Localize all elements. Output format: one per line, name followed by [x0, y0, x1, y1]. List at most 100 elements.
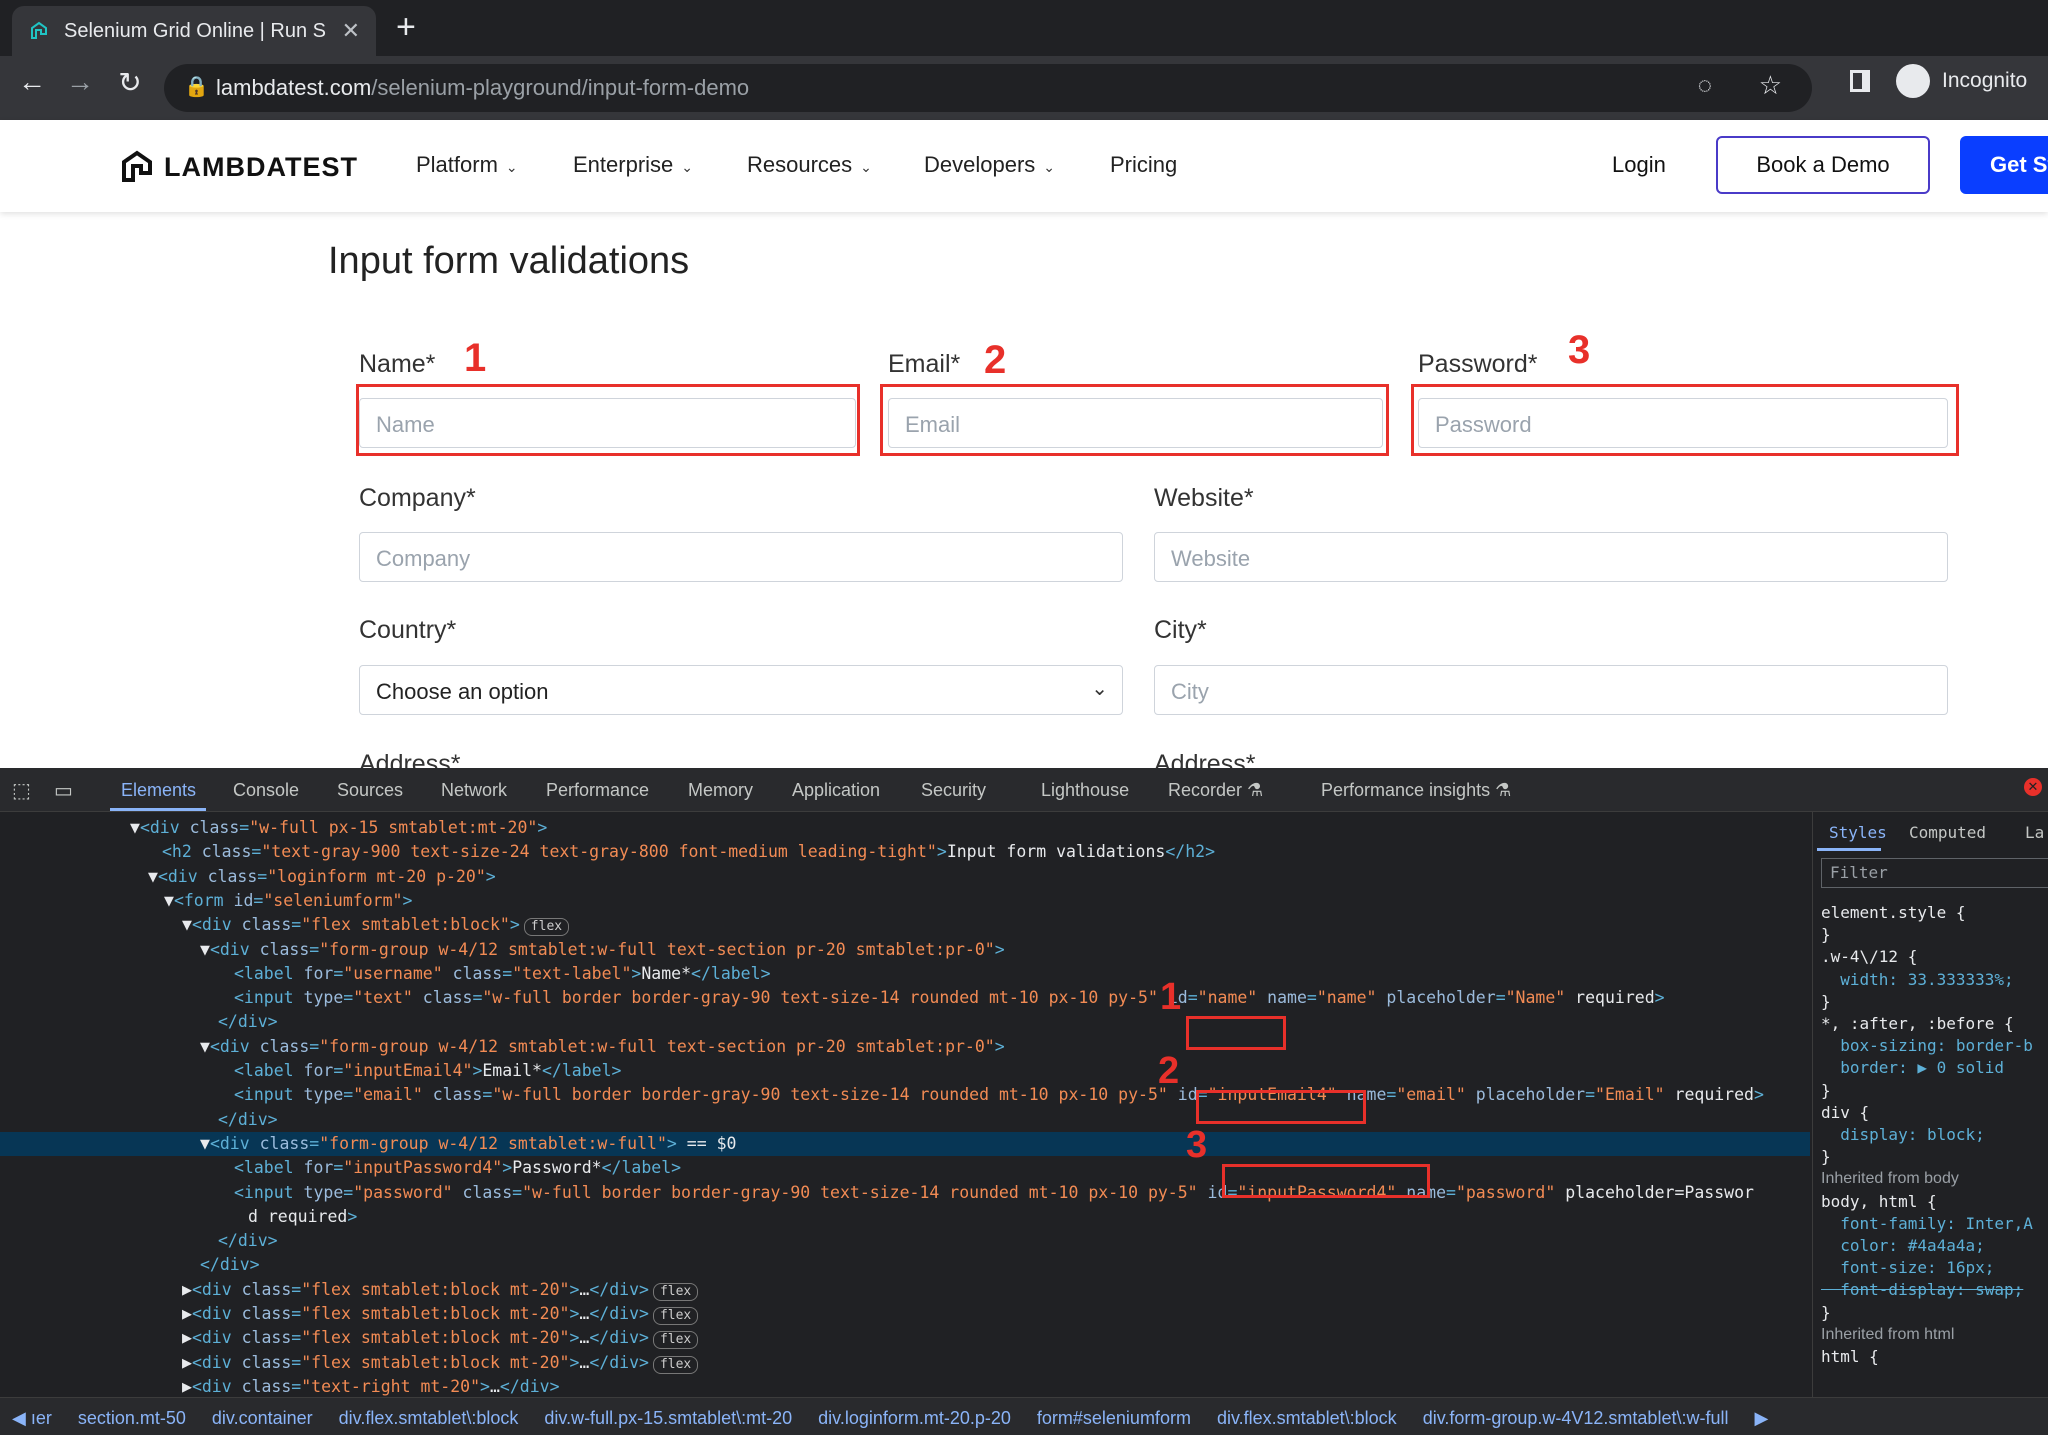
- nav-platform[interactable]: Platform ⌄: [416, 152, 518, 178]
- flex-badge[interactable]: flex: [523, 918, 570, 937]
- computed-tab[interactable]: Computed: [1909, 822, 1986, 844]
- breadcrumb-item[interactable]: form#seleniumform: [1037, 1408, 1191, 1428]
- breadcrumb-item[interactable]: ▶: [1754, 1408, 1768, 1428]
- layout-tab[interactable]: La: [2025, 822, 2044, 844]
- star-icon[interactable]: ☆: [1759, 70, 1782, 101]
- annotation-number-1: 1: [1160, 976, 1182, 1018]
- tab-console[interactable]: Console: [233, 780, 299, 801]
- dom-node-line[interactable]: ▼<div class="form-group w-4/12 smtablet:…: [0, 938, 1810, 962]
- dom-node-line[interactable]: <label for="username" class="text-label"…: [0, 962, 1810, 986]
- back-icon[interactable]: ←: [12, 66, 52, 98]
- dom-node-line[interactable]: <input type="password" class="w-full bor…: [0, 1181, 1810, 1205]
- eye-off-icon[interactable]: ◌: [1698, 72, 1712, 100]
- dom-node-line[interactable]: </div>: [0, 1108, 1810, 1132]
- url-path: /selenium-playground/input-form-demo: [371, 75, 750, 100]
- tab-security[interactable]: Security: [921, 780, 986, 801]
- get-started-button[interactable]: Get St: [1960, 136, 2048, 194]
- inspect-element-icon[interactable]: ⬚: [12, 778, 31, 803]
- dom-node-line[interactable]: ▶<div class="text-right mt-20">…</div>: [0, 1375, 1810, 1397]
- login-link[interactable]: Login: [1612, 152, 1666, 178]
- dom-node-line[interactable]: <input type="text" class="w-full border …: [0, 986, 1810, 1010]
- dom-node-line[interactable]: </div>: [0, 1010, 1810, 1034]
- error-icon[interactable]: ✕: [2024, 778, 2042, 796]
- flex-badge[interactable]: flex: [652, 1282, 699, 1301]
- dom-tree[interactable]: ▼<div class="w-full px-15 smtablet:mt-20…: [0, 812, 1810, 1397]
- dom-node-line[interactable]: </div>: [0, 1253, 1810, 1277]
- close-tab-icon[interactable]: ✕: [342, 18, 360, 44]
- nav-pricing[interactable]: Pricing: [1110, 152, 1177, 178]
- flex-badge[interactable]: flex: [652, 1331, 699, 1350]
- style-rule-line: Inherited from html: [1821, 1325, 1955, 1343]
- breadcrumb-item[interactable]: section.mt-50: [78, 1408, 186, 1428]
- flex-badge[interactable]: flex: [652, 1307, 699, 1325]
- website-input[interactable]: Website: [1154, 532, 1948, 582]
- dom-node-line[interactable]: <label for="inputPassword4">Password*</l…: [0, 1156, 1810, 1180]
- incognito-profile[interactable]: Incognito: [1896, 64, 2027, 98]
- book-demo-button[interactable]: Book a Demo: [1716, 136, 1930, 194]
- dom-node-line[interactable]: ▼<div class="form-group w-4/12 smtablet:…: [0, 1035, 1810, 1059]
- new-tab-button[interactable]: +: [396, 8, 416, 47]
- side-panel-icon[interactable]: [1850, 70, 1870, 92]
- breadcrumb-item[interactable]: div.form-group.w-4V12.smtablet\:w-full: [1423, 1408, 1729, 1428]
- style-rule-line: .w-4\/12 {: [1821, 947, 1918, 967]
- forward-icon[interactable]: →: [60, 66, 100, 98]
- device-toolbar-icon[interactable]: ▭: [54, 778, 73, 803]
- style-rule-line: element.style {: [1821, 903, 1966, 922]
- dom-node-line[interactable]: ▼<form id="seleniumform">: [0, 889, 1810, 913]
- tab-sources[interactable]: Sources: [337, 780, 403, 801]
- dom-node-line[interactable]: </div>: [0, 1229, 1810, 1253]
- nav-developers[interactable]: Developers ⌄: [924, 152, 1055, 178]
- annotation-3: 3: [1568, 328, 1591, 372]
- style-rule-line: border: ▶ 0 solid: [1821, 1058, 2005, 1078]
- breadcrumb-item[interactable]: ◀ ıer: [12, 1408, 52, 1428]
- breadcrumb-item[interactable]: div.loginform.mt-20.p-20: [818, 1408, 1011, 1428]
- breadcrumb-item[interactable]: div.flex.smtablet\:block: [1217, 1408, 1397, 1428]
- tab-memory[interactable]: Memory: [688, 780, 753, 801]
- styles-tab[interactable]: Styles: [1829, 822, 1887, 844]
- company-input[interactable]: Company: [359, 532, 1123, 582]
- lambdatest-logo[interactable]: LAMBDATEST: [118, 148, 358, 186]
- breadcrumb-item[interactable]: div.w-full.px-15.smtablet\:mt-20: [544, 1408, 792, 1428]
- nav-resources[interactable]: Resources ⌄: [747, 152, 872, 178]
- city-input[interactable]: City: [1154, 665, 1948, 715]
- breadcrumb-item[interactable]: div.flex.smtablet\:block: [339, 1408, 519, 1428]
- address-bar[interactable]: 🔒 lambdatest.com/selenium-playground/inp…: [164, 64, 1812, 112]
- dom-node-line[interactable]: ▼<div class="w-full px-15 smtablet:mt-20…: [0, 816, 1810, 840]
- style-rule-line: }: [1821, 925, 1831, 945]
- chevron-down-icon: ⌄: [860, 159, 872, 175]
- dom-node-line[interactable]: ▼<div class="loginform mt-20 p-20">: [0, 865, 1810, 889]
- dom-node-line[interactable]: ▼<div class="flex smtablet:block"> flex: [0, 913, 1810, 937]
- dom-node-line[interactable]: ▶<div class="flex smtablet:block mt-20">…: [0, 1278, 1810, 1302]
- dom-node-line[interactable]: ▼<div class="form-group w-4/12 smtablet:…: [0, 1131, 1810, 1156]
- tab-elements[interactable]: Elements: [121, 780, 196, 801]
- tab-title: Selenium Grid Online | Run Sel: [64, 19, 326, 42]
- dom-node-line[interactable]: <label for="inputEmail4">Email*</label>: [0, 1059, 1810, 1083]
- styles-filter-input[interactable]: Filter: [1821, 858, 2048, 888]
- reload-icon[interactable]: ↻: [110, 66, 150, 99]
- tab-application[interactable]: Application: [792, 780, 880, 801]
- breadcrumb-item[interactable]: div.container: [212, 1408, 313, 1428]
- country-select[interactable]: Choose an option ⌄: [359, 665, 1123, 715]
- tab-lighthouse[interactable]: Lighthouse: [1041, 780, 1129, 801]
- dom-node-line[interactable]: <h2 class="text-gray-900 text-size-24 te…: [0, 840, 1810, 864]
- style-rule-line: body, html {: [1821, 1191, 1937, 1211]
- nav-enterprise[interactable]: Enterprise ⌄: [573, 152, 693, 178]
- nav-developers-label: Developers: [924, 152, 1036, 177]
- tab-performance[interactable]: Performance: [546, 780, 649, 801]
- tab-recorder[interactable]: Recorder ⚗: [1168, 780, 1263, 801]
- dom-node-line[interactable]: ▶<div class="flex smtablet:block mt-20">…: [0, 1351, 1810, 1375]
- style-rule-line: width: 33.333333%;: [1821, 969, 2014, 989]
- styles-tab-indicator: [1817, 848, 1881, 851]
- dom-node-line[interactable]: d required>: [0, 1205, 1810, 1229]
- dom-node-line[interactable]: ▶<div class="flex smtablet:block mt-20">…: [0, 1302, 1810, 1326]
- dom-node-line[interactable]: ▶<div class="flex smtablet:block mt-20">…: [0, 1326, 1810, 1350]
- address-label: Address*: [359, 750, 461, 768]
- incognito-icon: [1896, 64, 1930, 98]
- browser-tab[interactable]: Selenium Grid Online | Run Sel ✕: [12, 6, 376, 56]
- tab-network[interactable]: Network: [441, 780, 507, 801]
- browser-tab-strip: Selenium Grid Online | Run Sel ✕ +: [0, 0, 2048, 56]
- dom-node-line[interactable]: <input type="email" class="w-full border…: [0, 1083, 1810, 1107]
- tab-performance-insights[interactable]: Performance insights ⚗: [1321, 780, 1511, 801]
- flex-badge[interactable]: flex: [652, 1355, 699, 1374]
- style-rule-line: Inherited from body: [1821, 1170, 1959, 1188]
